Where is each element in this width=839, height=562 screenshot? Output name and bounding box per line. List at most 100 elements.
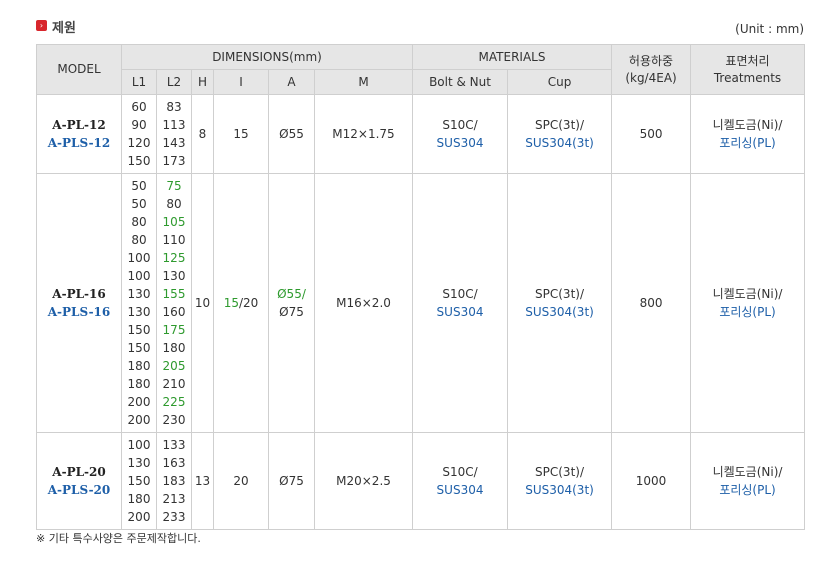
section-header: › 제원 (Unit : mm) <box>36 14 804 40</box>
header-h: H <box>191 69 214 95</box>
load-cell: 800 <box>611 173 692 433</box>
l1-value: 150 <box>127 154 151 168</box>
l1-value: 130 <box>127 287 151 301</box>
chevron-right-icon: › <box>36 20 47 31</box>
a-value-green: Ø55/ <box>277 287 306 301</box>
l1-value: 180 <box>127 359 151 373</box>
l2-value: 110 <box>162 233 186 247</box>
l2-value: 125 <box>162 251 186 265</box>
treatment-ni: 니켈도금(Ni)/ <box>712 118 783 132</box>
treatment-pl: 포리싱(PL) <box>719 305 776 319</box>
l2-cell: 75 80 105 110 125 130 155 160 175 180 20… <box>156 173 192 433</box>
h-cell: 13 <box>191 432 214 530</box>
l2-value: 130 <box>162 269 186 283</box>
header-model: MODEL <box>36 44 122 95</box>
header-a: A <box>268 69 315 95</box>
table-row: A-PL-16 A-PLS-16 50 50 80 80 100 100 130… <box>36 173 806 433</box>
i-cell: 15 <box>213 94 269 174</box>
l2-value: 83 <box>166 100 182 114</box>
l2-value: 230 <box>162 413 186 427</box>
l1-value: 100 <box>127 251 151 265</box>
m-cell: M16×2.0 <box>313 173 414 433</box>
header-treatment-line1: 표면처리 <box>725 54 770 69</box>
cup-material: SPC(3t)/ <box>535 118 584 132</box>
l2-value: 213 <box>162 492 186 506</box>
model-name-sus: A-PLS-16 <box>47 305 111 319</box>
treatment-ni: 니켈도금(Ni)/ <box>712 465 783 479</box>
l1-value: 60 <box>131 100 147 114</box>
l1-value: 50 <box>131 197 147 211</box>
l2-cell: 133 163 183 213 233 <box>156 432 192 530</box>
l2-value: 183 <box>162 474 186 488</box>
l2-value: 80 <box>166 197 182 211</box>
i-value: /20 <box>238 296 259 310</box>
table-row: A-PL-12 A-PLS-12 60 90 120 150 83 113 14… <box>36 94 806 174</box>
i-cell: 20 <box>213 432 269 530</box>
header-cup: Cup <box>507 69 613 95</box>
l1-cell: 60 90 120 150 <box>121 94 157 174</box>
l2-value: 175 <box>162 323 186 337</box>
header-load: 허용하중 (kg/4EA) <box>611 44 692 95</box>
bolt-material-sus: SUS304 <box>436 483 484 497</box>
l2-value: 210 <box>162 377 186 391</box>
i-cell: 15/20 <box>213 173 269 433</box>
model-name-sus: A-PLS-20 <box>47 483 111 497</box>
l2-value: 105 <box>162 215 186 229</box>
l1-value: 150 <box>127 341 151 355</box>
bolt-material-sus: SUS304 <box>436 305 484 319</box>
cup-cell: SPC(3t)/ SUS304(3t) <box>507 173 613 433</box>
l1-value: 90 <box>131 118 147 132</box>
load-cell: 500 <box>611 94 692 174</box>
header-load-line2: (kg/4EA) <box>625 70 677 85</box>
cup-material-sus: SUS304(3t) <box>525 483 594 497</box>
bolt-material: S10C/ <box>442 287 478 301</box>
l1-value: 120 <box>127 136 151 150</box>
l2-value: 225 <box>162 395 186 409</box>
l1-cell: 50 50 80 80 100 100 130 130 150 150 180 … <box>121 173 157 433</box>
load-cell: 1000 <box>611 432 692 530</box>
treatment-cell: 니켈도금(Ni)/ 포리싱(PL) <box>690 173 806 433</box>
bolt-cell: S10C/ SUS304 <box>412 432 509 530</box>
treatment-cell: 니켈도금(Ni)/ 포리싱(PL) <box>690 94 806 174</box>
l1-value: 80 <box>131 233 147 247</box>
header-l1: L1 <box>121 69 157 95</box>
cup-material: SPC(3t)/ <box>535 287 584 301</box>
header-treatment-line2: Treatments <box>713 70 782 85</box>
l1-value: 80 <box>131 215 147 229</box>
a-value: Ø75 <box>279 305 304 319</box>
header-bolt: Bolt & Nut <box>412 69 509 95</box>
cup-material-sus: SUS304(3t) <box>525 136 594 150</box>
l2-cell: 83 113 143 173 <box>156 94 192 174</box>
footnote: ※ 기타 특수사양은 주문제작합니다. <box>36 532 201 545</box>
spec-table: MODEL DIMENSIONS(mm) MATERIALS 허용하중 (kg/… <box>36 44 806 530</box>
treatment-ni: 니켈도금(Ni)/ <box>712 287 783 301</box>
bolt-material-sus: SUS304 <box>436 136 484 150</box>
l2-value: 173 <box>162 154 186 168</box>
bolt-cell: S10C/ SUS304 <box>412 173 509 433</box>
treatment-pl: 포리싱(PL) <box>719 136 776 150</box>
cup-material-sus: SUS304(3t) <box>525 305 594 319</box>
bolt-material: S10C/ <box>442 118 478 132</box>
header-load-line1: 허용하중 <box>628 54 674 69</box>
a-cell: Ø55/ Ø75 <box>268 173 315 433</box>
h-cell: 10 <box>191 173 214 433</box>
unit-label: (Unit : mm) <box>735 22 804 36</box>
a-cell: Ø75 <box>268 432 315 530</box>
header-dimensions: DIMENSIONS(mm) <box>120 44 414 70</box>
model-cell: A-PL-12 A-PLS-12 <box>36 94 122 174</box>
l2-value: 180 <box>162 341 186 355</box>
model-name: A-PL-12 <box>52 118 106 132</box>
l1-value: 100 <box>127 269 151 283</box>
header-i: I <box>213 69 269 95</box>
l2-value: 163 <box>162 456 186 470</box>
model-cell: A-PL-16 A-PLS-16 <box>36 173 122 433</box>
l2-value: 233 <box>162 510 186 524</box>
treatment-pl: 포리싱(PL) <box>719 483 776 497</box>
model-cell: A-PL-20 A-PLS-20 <box>36 432 122 530</box>
header-l2: L2 <box>156 69 192 95</box>
l1-value: 150 <box>127 323 151 337</box>
l1-value: 200 <box>127 510 151 524</box>
section-title: 제원 <box>52 21 76 36</box>
l2-value: 143 <box>162 136 186 150</box>
l1-value: 130 <box>127 456 151 470</box>
